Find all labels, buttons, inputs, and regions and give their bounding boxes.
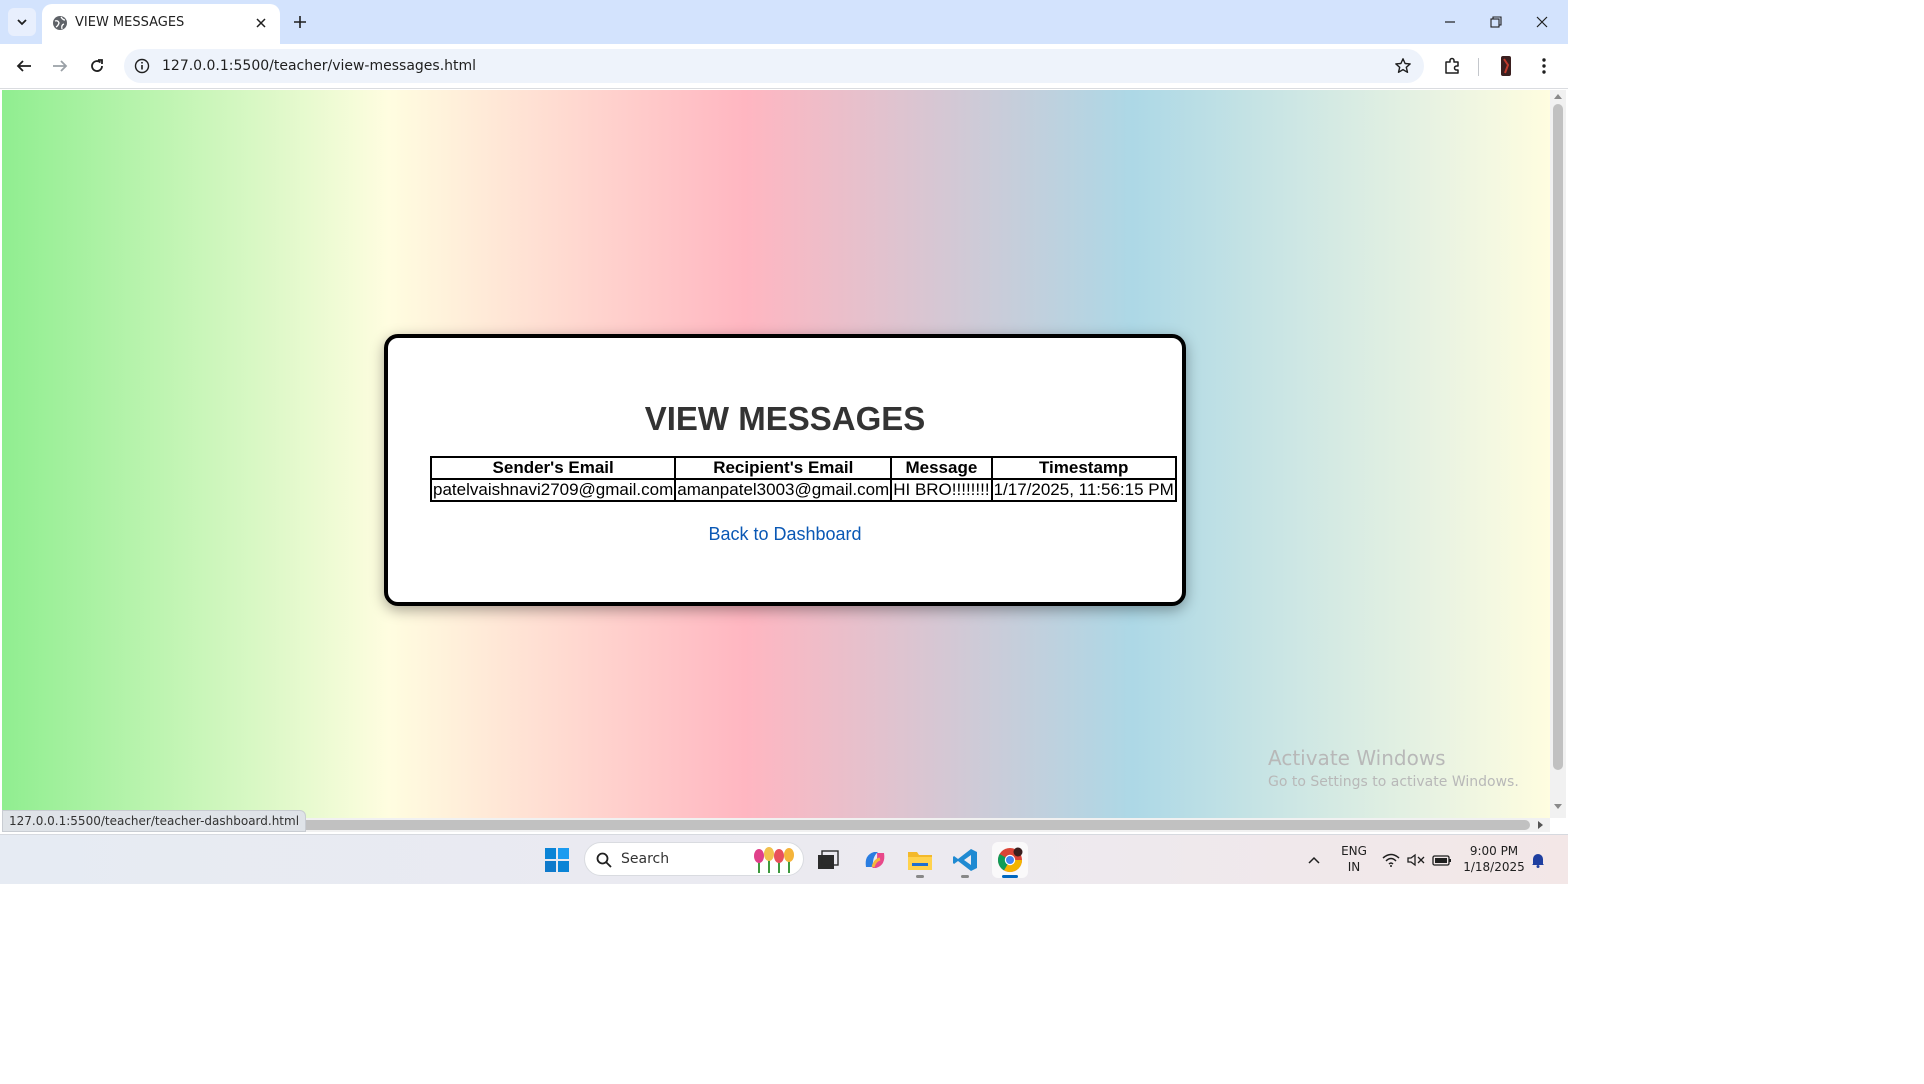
bell-icon xyxy=(1532,854,1544,868)
chrome-app[interactable] xyxy=(992,842,1028,878)
profile-avatar[interactable] xyxy=(1494,54,1518,78)
region-code: IN xyxy=(1347,860,1361,874)
close-window-button[interactable] xyxy=(1528,8,1556,36)
watermark-title: Activate Windows xyxy=(1268,746,1446,770)
browser-toolbar: 127.0.0.1:5500/teacher/view-messages.htm… xyxy=(0,44,1568,89)
column-header-message: Message xyxy=(890,456,993,480)
puzzle-icon xyxy=(1445,57,1459,74)
tab-close-button[interactable] xyxy=(252,14,270,32)
folder-icon xyxy=(908,852,932,870)
taskbar-search[interactable]: Search xyxy=(584,842,804,876)
page-viewport: VIEW MESSAGES Sender's Email Recipient's… xyxy=(2,90,1550,818)
speaker-muted-icon xyxy=(1407,853,1425,867)
search-icon xyxy=(596,852,612,868)
forward-button[interactable] xyxy=(46,52,74,80)
input-language-indicator[interactable]: ENG IN xyxy=(1336,843,1372,875)
close-icon xyxy=(256,18,266,28)
site-info-icon[interactable] xyxy=(134,58,150,74)
copilot-icon xyxy=(865,852,885,868)
reload-button[interactable] xyxy=(83,52,111,80)
windows-logo-icon xyxy=(545,848,569,872)
back-button[interactable] xyxy=(10,52,38,80)
activate-windows-watermark: Activate Windows Go to Settings to activ… xyxy=(1268,746,1519,790)
restore-icon xyxy=(1490,16,1502,28)
chrome-icon xyxy=(997,847,1023,873)
active-indicator xyxy=(1002,875,1018,878)
browser-menu-button[interactable] xyxy=(1532,54,1556,78)
arrow-right-icon xyxy=(53,60,68,72)
column-header-sender: Sender's Email xyxy=(429,456,677,480)
minimize-button[interactable] xyxy=(1436,8,1464,36)
copilot-app[interactable] xyxy=(857,842,893,878)
messages-card: VIEW MESSAGES Sender's Email Recipient's… xyxy=(384,334,1186,606)
link-status-bar: 127.0.0.1:5500/teacher/teacher-dashboard… xyxy=(2,810,307,832)
cell-message: HI BRO!!!!!!!! xyxy=(890,478,993,502)
tulips-icon xyxy=(754,847,794,873)
plus-icon xyxy=(294,16,306,28)
running-indicator xyxy=(961,875,969,878)
clock[interactable]: 9:00 PM 1/18/2025 xyxy=(1460,843,1528,875)
table-row: patelvaishnavi2709@gmail.com amanpatel30… xyxy=(429,478,1177,502)
vscode-app[interactable] xyxy=(947,842,983,878)
language-code: ENG xyxy=(1341,844,1367,858)
clock-time: 9:00 PM xyxy=(1469,844,1519,858)
file-explorer-app[interactable] xyxy=(902,842,938,878)
search-label: Search xyxy=(621,851,670,867)
scroll-up-arrow[interactable] xyxy=(1554,94,1562,99)
clock-date: 1/18/2025 xyxy=(1463,860,1525,874)
scroll-right-arrow[interactable] xyxy=(1538,821,1543,829)
cell-recipient-email: amanpatel3003@gmail.com xyxy=(674,478,893,502)
address-bar[interactable]: 127.0.0.1:5500/teacher/view-messages.htm… xyxy=(124,49,1424,83)
toolbar-divider xyxy=(1478,58,1479,76)
chevron-down-icon xyxy=(17,19,27,26)
windows-taskbar: Search ENG IN 9:00 PM 1/18/2025 xyxy=(0,834,1568,884)
vscode-icon xyxy=(953,849,977,871)
column-header-recipient: Recipient's Email xyxy=(674,456,893,480)
chevron-up-icon xyxy=(1308,856,1320,864)
running-indicator xyxy=(916,875,924,878)
quick-settings-button[interactable] xyxy=(1378,842,1454,878)
url-text: 127.0.0.1:5500/teacher/view-messages.htm… xyxy=(162,58,477,74)
arrow-left-icon xyxy=(16,60,31,72)
scroll-down-arrow[interactable] xyxy=(1554,804,1562,809)
column-header-timestamp: Timestamp xyxy=(990,456,1177,480)
more-vertical-icon xyxy=(1542,58,1546,74)
messages-table: Sender's Email Recipient's Email Message… xyxy=(429,456,1177,502)
reload-icon xyxy=(91,59,103,72)
cell-sender-email: patelvaishnavi2709@gmail.com xyxy=(429,478,677,502)
tab-strip: VIEW MESSAGES xyxy=(0,0,1568,44)
page-title: VIEW MESSAGES xyxy=(644,400,926,437)
watermark-subtitle: Go to Settings to activate Windows. xyxy=(1268,774,1519,790)
cell-timestamp: 1/17/2025, 11:56:15 PM xyxy=(990,478,1177,502)
back-to-dashboard-link[interactable]: Back to Dashboard xyxy=(388,524,1182,545)
bookmark-star-icon[interactable] xyxy=(1394,57,1412,75)
close-icon xyxy=(1536,16,1548,28)
show-hidden-icons-button[interactable] xyxy=(1296,842,1332,878)
browser-tab[interactable]: VIEW MESSAGES xyxy=(42,4,280,44)
minimize-icon xyxy=(1445,21,1455,23)
restore-button[interactable] xyxy=(1482,8,1510,36)
vertical-scrollbar[interactable] xyxy=(1550,90,1566,818)
notifications-button[interactable] xyxy=(1526,842,1550,878)
wifi-icon xyxy=(1382,853,1400,867)
table-header-row: Sender's Email Recipient's Email Message… xyxy=(429,456,1177,480)
globe-icon xyxy=(53,16,67,30)
avatar xyxy=(1501,56,1511,76)
task-view-icon xyxy=(818,850,839,869)
new-tab-button[interactable] xyxy=(288,10,312,34)
tab-title: VIEW MESSAGES xyxy=(75,15,185,30)
tab-search-button[interactable] xyxy=(8,8,36,36)
task-view-button[interactable] xyxy=(810,842,846,878)
extensions-button[interactable] xyxy=(1441,54,1465,78)
battery-icon xyxy=(1432,855,1451,866)
scrollbar-thumb[interactable] xyxy=(1553,104,1563,770)
start-button[interactable] xyxy=(539,842,575,878)
